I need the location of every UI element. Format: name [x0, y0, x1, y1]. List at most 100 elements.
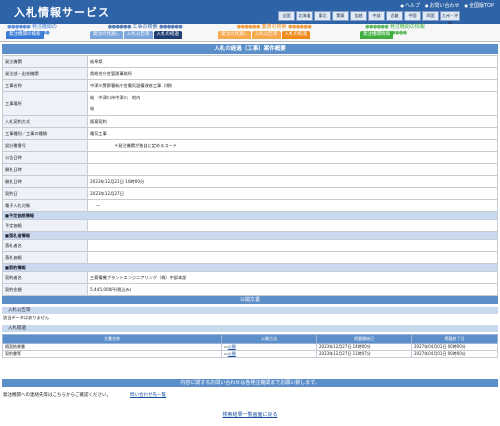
- section-label: ■契約情報: [2, 263, 498, 272]
- site-title: 入札情報サービス: [14, 6, 110, 19]
- region-tab[interactable]: 四国: [422, 11, 439, 21]
- detail-row: 電子入札対象ー: [2, 199, 498, 212]
- detail-row: 工事種別／工事の種類 電気工事: [2, 127, 498, 140]
- region-tab[interactable]: 関東: [332, 11, 349, 21]
- project-detail-table: 発注機関 岐阜県 発注部・出先機関 県総合庁舎管理事務所 工事名称 中津川警察署新庁舎…: [2, 55, 498, 296]
- region-tab[interactable]: 全国: [278, 11, 295, 21]
- field-value: [87, 239, 498, 252]
- field-label: 公告日時: [2, 151, 88, 164]
- region-tabs: 全国 北海道 東北 関東 信越 中部 近畿 中国 四国 九州・沖縄: [278, 11, 460, 26]
- region-tab[interactable]: 中国: [404, 11, 421, 21]
- table-row: 随契結果書 ▭公開 2023年12月27日 14時00分 2027年04月01日…: [2, 343, 498, 351]
- construction-forecast-tab[interactable]: 発注の見通し: [90, 31, 123, 39]
- field-label: 契約者名: [2, 271, 88, 284]
- field-label: 落札価格: [2, 251, 88, 264]
- nav-group-service: ●●●●●● 業務の検索 ●●●●●● 発注の見通し 入札公告等 入札の経過: [218, 24, 330, 40]
- field-label: 電子入札対象: [2, 199, 88, 212]
- section-row: ■予定価格情報: [2, 211, 498, 220]
- public-method: ▭公開: [221, 343, 317, 351]
- field-value: [87, 251, 498, 264]
- documents-heading: 公開文書: [2, 296, 498, 304]
- section-row: ■落札者情報: [2, 231, 498, 240]
- field-value: ー: [87, 199, 498, 212]
- column-header: 文書名称: [2, 334, 222, 344]
- contact-heading: 内容に関するお問い合わせは各発注機関までお願い致します。: [2, 379, 498, 387]
- agency-search-button[interactable]: 発注機関の検索: [6, 31, 44, 39]
- field-label: 発注機関: [2, 55, 88, 68]
- field-value: 中津川警察署新庁舎電気設備改修工事（I期）: [87, 79, 498, 92]
- field-value: ＊発注機関が独自に定めるコード: [87, 139, 498, 152]
- detail-row: 開札日時 2023年12月21日 10時00分: [2, 175, 498, 188]
- field-value: 5,445,000円(税込み): [87, 283, 498, 296]
- nav-group-label: ●●●●●● 工事の検索 ●●●●●●: [107, 24, 183, 30]
- agency-info-button[interactable]: 発注機関情報: [360, 31, 393, 39]
- field-value: [87, 151, 498, 164]
- field-label: 契約金額: [2, 283, 88, 296]
- field-label: 設計書番号: [2, 139, 88, 152]
- field-label: 入札契約方式: [2, 115, 88, 128]
- region-tab[interactable]: 九州・沖縄: [440, 11, 460, 26]
- detail-row: 落札価格: [2, 251, 498, 264]
- construction-notice-tab[interactable]: 入札公告等: [124, 31, 153, 39]
- detail-row: 契約金額 5,445,000円(税込み): [2, 283, 498, 296]
- nav-group-agency: ●●●●●● 発注機関の検索 ●●●●●● 発注機関の検索: [6, 24, 58, 40]
- service-result-tab[interactable]: 入札の経過: [281, 31, 310, 39]
- field-value: 電気工事: [87, 127, 498, 140]
- document-table: 文書名称 公開方法 掲載開始日 掲載終了日 随契結果書 ▭公開 2023年12月…: [2, 334, 498, 358]
- contact-list-link[interactable]: 問い合わせ先一覧: [130, 392, 166, 398]
- no-data-text: 該当データはありません: [3, 315, 49, 320]
- field-value: 岐 中津川市中津川 地内 岐: [87, 91, 498, 116]
- region-tab[interactable]: 中部: [368, 11, 385, 21]
- detail-row: 公告日時: [2, 151, 498, 164]
- field-value: 2023年12月27日: [87, 187, 498, 200]
- field-label: 契約日: [2, 187, 88, 200]
- detail-row: 設計書番号 ＊発注機関が独自に定めるコード: [2, 139, 498, 152]
- detail-row: 発注部・出先機関 県総合庁舎管理事務所: [2, 67, 498, 80]
- table-row: 契約書等 ▭公開 2023年12月27日 11時07分 2027年04月01日 …: [2, 350, 498, 358]
- field-label: 落札者名: [2, 239, 88, 252]
- document-name: 契約書等: [2, 350, 222, 358]
- national-top-link[interactable]: 全国版TOP: [464, 2, 494, 9]
- section-label: ■予定価格情報: [2, 211, 498, 220]
- field-label: 予定価格: [2, 219, 88, 232]
- document-open-link[interactable]: 公開: [228, 351, 236, 356]
- field-label: 開札日時: [2, 175, 88, 188]
- publish-end: 2027年04月01日 00時00分: [411, 350, 498, 358]
- nav-group-agency-info: ●●●●●● 発注機関の情報 ●●●●●● 発注機関情報: [360, 24, 430, 40]
- field-label: 工事種別／工事の種類: [2, 127, 88, 140]
- region-tab[interactable]: 信越: [350, 11, 367, 21]
- back-to-results-link[interactable]: 検索結果一覧画面に戻る: [0, 411, 500, 418]
- field-value: 岐阜県: [87, 55, 498, 68]
- result-subheading: 入札経過: [2, 325, 498, 332]
- document-open-link[interactable]: 公開: [228, 344, 236, 349]
- search-nav: ●●●●●● 発注機関の検索 ●●●●●● 発注機関の検索 ●●●●●● 工事の…: [0, 24, 500, 42]
- service-notice-tab[interactable]: 入札公告等: [252, 31, 281, 39]
- column-header: 掲載終了日: [411, 334, 498, 344]
- contact-text: 発注機関への連絡先等はこちらからご確認ください。: [3, 393, 111, 398]
- construction-result-tab[interactable]: 入札の経過: [153, 31, 182, 39]
- region-tab[interactable]: 近畿: [386, 11, 403, 21]
- service-forecast-tab[interactable]: 発注の見通し: [218, 31, 251, 39]
- detail-row: 契約者名 三菱電機プラントエンジニアリング（株）中部本部: [2, 271, 498, 284]
- nav-group-label: ●●●●●● 業務の検索 ●●●●●●: [236, 24, 312, 30]
- column-header: 公開方法: [221, 334, 317, 344]
- document-name: 随契結果書: [2, 343, 222, 351]
- notice-subheading: 入札公告等: [2, 307, 498, 314]
- field-value: [87, 219, 498, 232]
- help-link[interactable]: ヘルプ: [400, 2, 420, 9]
- public-method: ▭公開: [221, 350, 317, 358]
- contact-link[interactable]: お問い合わせ: [425, 2, 459, 9]
- top-links: ヘルプ お問い合わせ 全国版TOP: [400, 2, 494, 9]
- detail-row: 工事場所岐 中津川市中津川 地内 岐: [2, 91, 498, 116]
- field-label: 工事名称: [2, 79, 88, 92]
- region-tab[interactable]: 北海道: [296, 11, 313, 21]
- nav-group-construction: ●●●●●● 工事の検索 ●●●●●● 発注の見通し 入札公告等 入札の経過: [90, 24, 200, 40]
- field-value: 県総合庁舎管理事務所: [87, 67, 498, 80]
- publish-start: 2023年12月27日 14時00分: [316, 343, 412, 351]
- detail-row: 落札者名: [2, 239, 498, 252]
- field-value: 三菱電機プラントエンジニアリング（株）中部本部: [87, 271, 498, 284]
- field-value: [87, 163, 498, 176]
- page-title: 入札の経過（工事）案件概要: [2, 44, 498, 54]
- publish-start: 2023年12月27日 11時07分: [316, 350, 412, 358]
- region-tab[interactable]: 東北: [314, 11, 331, 21]
